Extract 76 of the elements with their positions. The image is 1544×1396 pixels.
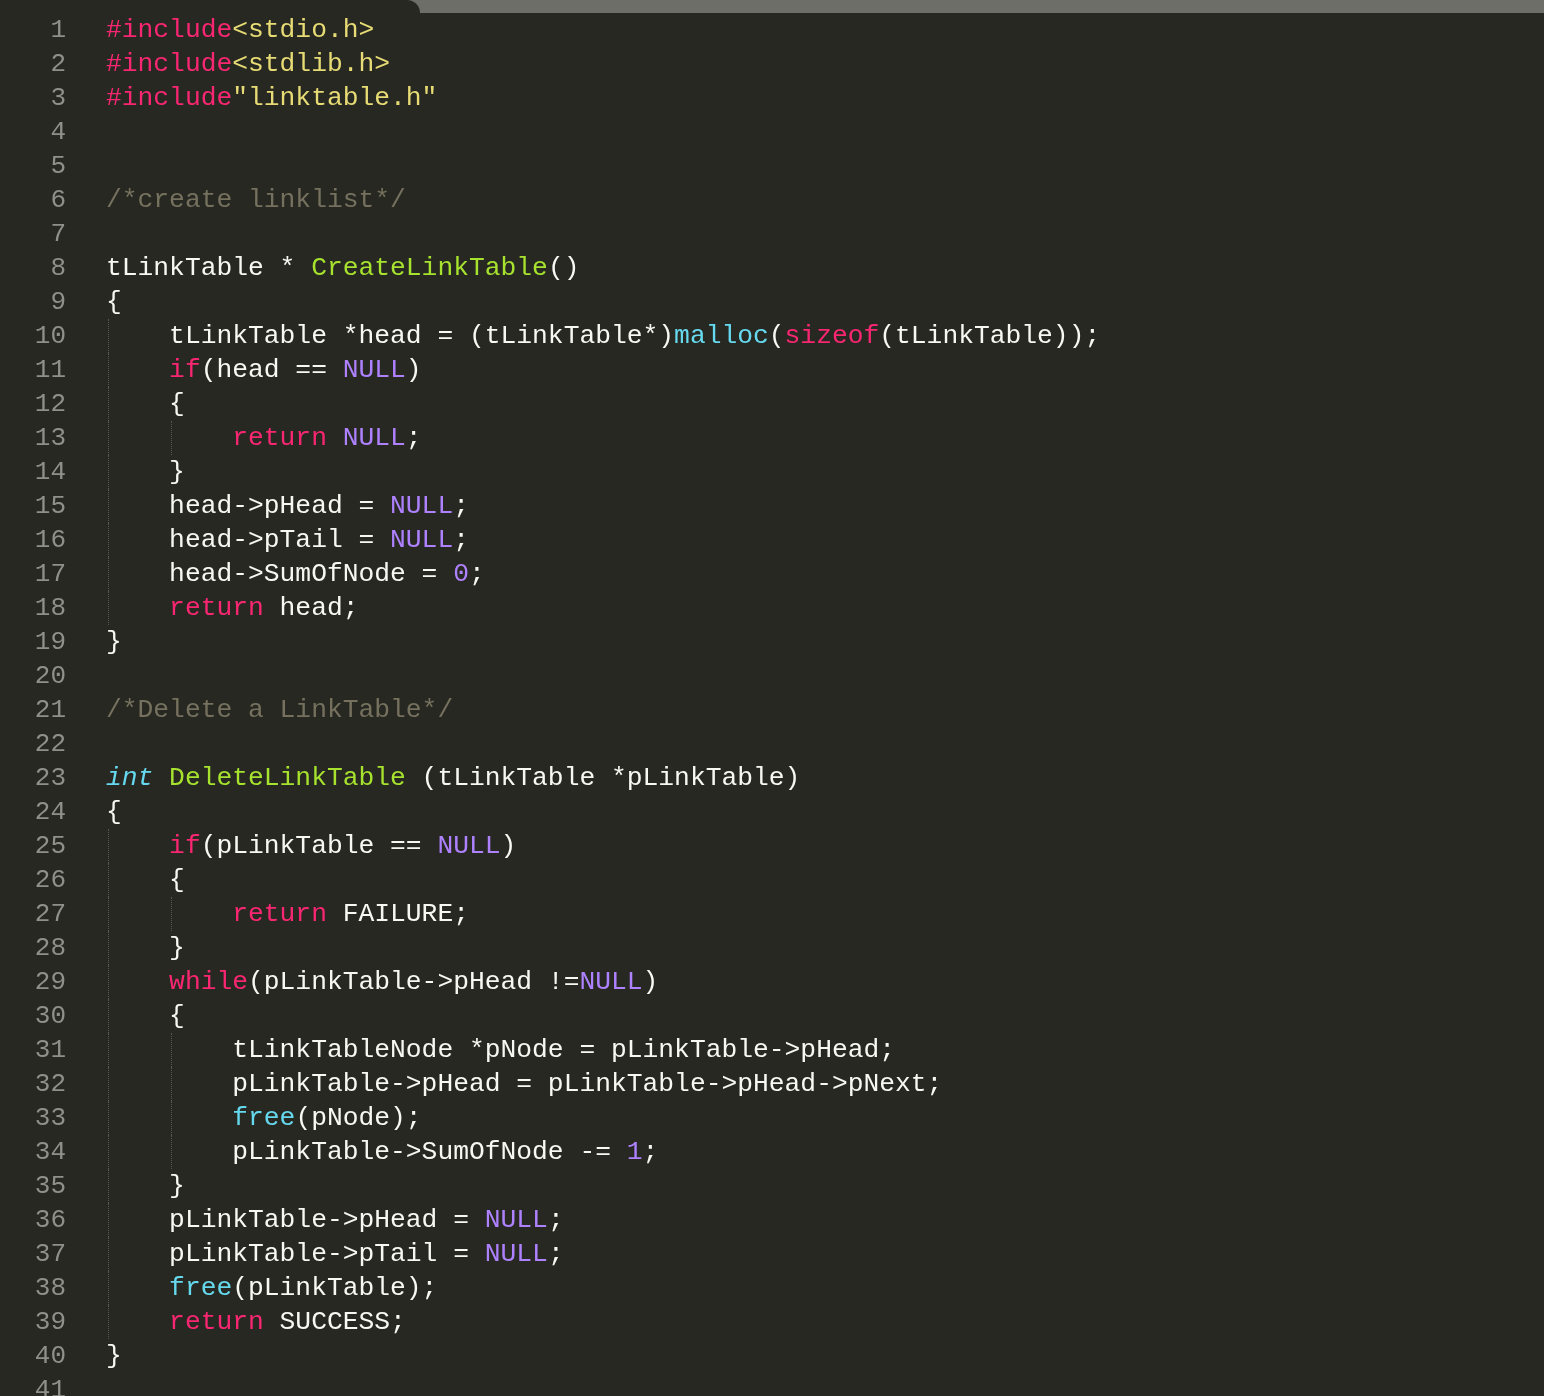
code-line: { bbox=[168, 865, 185, 895]
line-number: 29 bbox=[33, 967, 66, 997]
line-number: 28 bbox=[33, 933, 66, 963]
code-line: while(pLinkTable->pHead !=NULL) bbox=[168, 967, 659, 997]
code-line: head->SumOfNode = 0; bbox=[168, 559, 485, 589]
code-line: pLinkTable->pHead = NULL; bbox=[168, 1205, 564, 1235]
line-number: 26 bbox=[33, 865, 66, 895]
code-line: int DeleteLinkTable (tLinkTable *pLinkTable) bbox=[106, 763, 801, 793]
line-number: 39 bbox=[33, 1307, 66, 1337]
line-number: 22 bbox=[33, 729, 66, 759]
code-line: return head; bbox=[168, 593, 359, 623]
line-number: 38 bbox=[33, 1273, 66, 1303]
line-number: 15 bbox=[33, 491, 66, 521]
line-number: 36 bbox=[33, 1205, 66, 1235]
line-number: 18 bbox=[33, 593, 66, 623]
line-number: 4 bbox=[49, 117, 66, 147]
line-number: 23 bbox=[33, 763, 66, 793]
line-number: 8 bbox=[49, 253, 66, 283]
code-line: /*create linklist*/ bbox=[106, 185, 406, 215]
code-line: /*Delete a LinkTable*/ bbox=[106, 695, 454, 725]
code-line: return NULL; bbox=[231, 423, 422, 453]
code-line: tLinkTable *head = (tLinkTable*)malloc(sizeof(tLinkTable)); bbox=[168, 321, 1101, 351]
line-number: 1 bbox=[49, 15, 66, 45]
code-line: if(head == NULL) bbox=[168, 355, 422, 385]
line-number: 20 bbox=[33, 661, 66, 691]
code-line: pLinkTable->pHead = pLinkTable->pHead->pNext; bbox=[231, 1069, 943, 1099]
code-line: } bbox=[106, 627, 122, 657]
code-line: { bbox=[106, 797, 122, 827]
code-line: head->pHead = NULL; bbox=[168, 491, 469, 521]
line-number: 2 bbox=[49, 49, 66, 79]
line-number: 24 bbox=[33, 797, 66, 827]
code-line: } bbox=[106, 1341, 122, 1371]
code-line: { bbox=[168, 389, 185, 419]
code-line: head->pTail = NULL; bbox=[168, 525, 469, 555]
code-line: } bbox=[168, 933, 185, 963]
code-line: tLinkTable * CreateLinkTable() bbox=[106, 253, 580, 283]
line-number: 3 bbox=[49, 83, 66, 113]
line-number: 11 bbox=[33, 355, 66, 385]
line-number: 17 bbox=[33, 559, 66, 589]
line-number: 31 bbox=[33, 1035, 66, 1065]
code-line: return SUCCESS; bbox=[168, 1307, 406, 1337]
line-number: 14 bbox=[33, 457, 66, 487]
code-line: pLinkTable->SumOfNode -= 1; bbox=[231, 1137, 659, 1167]
line-number: 9 bbox=[49, 287, 66, 317]
line-number: 5 bbox=[49, 151, 66, 181]
code-line: { bbox=[168, 1001, 185, 1031]
line-number: 35 bbox=[33, 1171, 66, 1201]
line-number: 19 bbox=[33, 627, 66, 657]
code-line: free(pNode); bbox=[231, 1103, 422, 1133]
line-number: 32 bbox=[33, 1069, 66, 1099]
line-number: 37 bbox=[33, 1239, 66, 1269]
line-number: 7 bbox=[49, 219, 66, 249]
line-number: 12 bbox=[33, 389, 66, 419]
line-number: 34 bbox=[33, 1137, 66, 1167]
code-line: tLinkTableNode *pNode = pLinkTable->pHead; bbox=[231, 1035, 896, 1065]
code-line: { bbox=[106, 287, 122, 317]
code-line: #include<stdlib.h> bbox=[106, 49, 391, 79]
line-number: 16 bbox=[33, 525, 66, 555]
code-line: #include"linktable.h" bbox=[106, 83, 438, 113]
line-number: 13 bbox=[33, 423, 66, 453]
line-number: 33 bbox=[33, 1103, 66, 1133]
code-line: if(pLinkTable == NULL) bbox=[168, 831, 517, 861]
code-line: free(pLinkTable); bbox=[168, 1273, 438, 1303]
line-number: 25 bbox=[33, 831, 66, 861]
line-number: 6 bbox=[49, 185, 66, 215]
line-number: 30 bbox=[33, 1001, 66, 1031]
line-number: 27 bbox=[33, 899, 66, 929]
code-line: #include<stdio.h> bbox=[106, 15, 375, 45]
code-line: pLinkTable->pTail = NULL; bbox=[168, 1239, 564, 1269]
code-line: return FAILURE; bbox=[231, 899, 469, 929]
line-number: 40 bbox=[33, 1341, 66, 1371]
editor-tab[interactable] bbox=[0, 0, 420, 13]
line-number: 21 bbox=[33, 695, 66, 725]
code-line: } bbox=[168, 457, 185, 487]
line-number: 10 bbox=[33, 321, 66, 351]
code-line: } bbox=[168, 1171, 185, 1201]
